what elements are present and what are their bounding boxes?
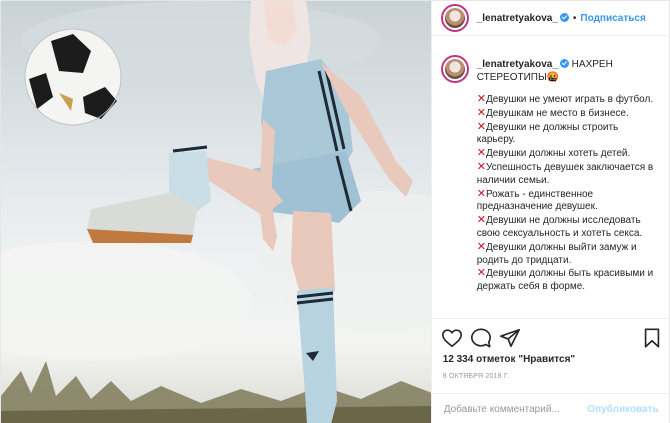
caption-line: ✕Девушки не умеют играть в футбол.: [477, 93, 659, 107]
caption-line: ✕Девушки не должны строить карьеру.: [477, 121, 659, 148]
cross-mark-icon: ✕: [476, 240, 486, 253]
caption-avatar-image: [444, 59, 465, 79]
caption-line: ✕Девушкам не место в бизнесе.: [477, 107, 659, 121]
post-side-panel: _lenatretyakova_ • Подписаться _lenatret…: [430, 1, 670, 423]
caption-line-text: Девушки должны хотеть детей.: [485, 148, 631, 160]
instagram-post: _lenatretyakova_ • Подписаться _lenatret…: [0, 0, 670, 423]
caption-verified-badge-icon: [559, 59, 569, 68]
post-header: _lenatretyakova_ • Подписаться: [431, 1, 670, 36]
caption-line-text: Девушки должны выйти замуж и родить до т…: [476, 241, 637, 266]
post-date[interactable]: 8 ОКТЯБРЯ 2018 Г.: [443, 373, 509, 380]
comment-bar: Опубликовать: [431, 393, 670, 423]
avatar-image: [444, 8, 465, 28]
action-bar: [441, 327, 663, 349]
caption-line-text: Успешность девушек заключается в наличии…: [476, 161, 654, 186]
comment-icon[interactable]: [470, 327, 492, 349]
avatar[interactable]: [440, 4, 469, 32]
cross-mark-icon: ✕: [476, 160, 486, 173]
caption-line: ✕Девушки должны хотеть детей.: [477, 147, 659, 161]
caption-line: ✕Девушки не должны исследовать свою секс…: [477, 214, 659, 241]
caption-line: ✕Успешность девушек заключается в наличи…: [477, 161, 659, 188]
bookmark-icon[interactable]: [641, 327, 663, 349]
cross-mark-icon: ✕: [476, 106, 486, 119]
comment-input[interactable]: [443, 403, 588, 415]
soccer-ball: [24, 28, 122, 126]
caption-line: ✕Девушки должны быть красивыми и держать…: [477, 267, 659, 294]
cross-mark-icon: ✕: [476, 147, 486, 160]
cross-mark-icon: ✕: [476, 120, 486, 133]
caption-line-text: Рожать - единственное предназначение дев…: [476, 188, 598, 213]
caption-line-text: Девушки не умеют играть в футбол.: [485, 94, 654, 105]
caption-line-text: Девушки не должны исследовать свою сексу…: [476, 215, 643, 239]
header-username[interactable]: _lenatretyakova_: [477, 12, 569, 24]
caption-body: ✕Девушки не умеют играть в футбол. ✕Деву…: [477, 93, 659, 294]
caption-title: _lenatretyakova_ НАХРЕН СТЕРЕОТИПЫ🤬: [477, 55, 659, 84]
verified-badge-icon: [559, 12, 569, 22]
post-photo[interactable]: [1, 1, 431, 423]
cross-mark-icon: ✕: [476, 267, 486, 280]
publish-button[interactable]: Опубликовать: [587, 404, 658, 415]
caption-username[interactable]: _lenatretyakova_: [477, 59, 558, 70]
caption-line: ✕Рожать - единственное предназначение де…: [477, 188, 659, 215]
caption-avatar[interactable]: [440, 55, 469, 83]
caption-head: _lenatretyakova_ НАХРЕН СТЕРЕОТИПЫ🤬: [440, 55, 659, 84]
cross-mark-icon: ✕: [476, 187, 486, 200]
separator-dot: •: [572, 12, 577, 24]
caption-line-text: Девушки должны быть красивыми и держать …: [476, 268, 654, 293]
caption: _lenatretyakova_ НАХРЕН СТЕРЕОТИПЫ🤬 ✕Дев…: [432, 37, 670, 317]
likes-count[interactable]: 12 334 отметок "Нравится": [443, 354, 575, 365]
cross-mark-icon: ✕: [476, 214, 486, 227]
cross-mark-icon: ✕: [476, 93, 486, 105]
heart-icon[interactable]: [441, 327, 463, 349]
caption-line-text: Девушки не должны строить карьеру.: [476, 121, 619, 146]
football-player-photo: [1, 1, 431, 423]
follow-button[interactable]: Подписаться: [580, 13, 645, 24]
divider: [431, 318, 670, 319]
share-icon[interactable]: [499, 327, 521, 349]
caption-line-text: Девушкам не место в бизнесе.: [485, 107, 629, 119]
header-username-text[interactable]: _lenatretyakova_: [477, 13, 558, 24]
caption-line: ✕Девушки должны выйти замуж и родить до …: [477, 241, 659, 268]
